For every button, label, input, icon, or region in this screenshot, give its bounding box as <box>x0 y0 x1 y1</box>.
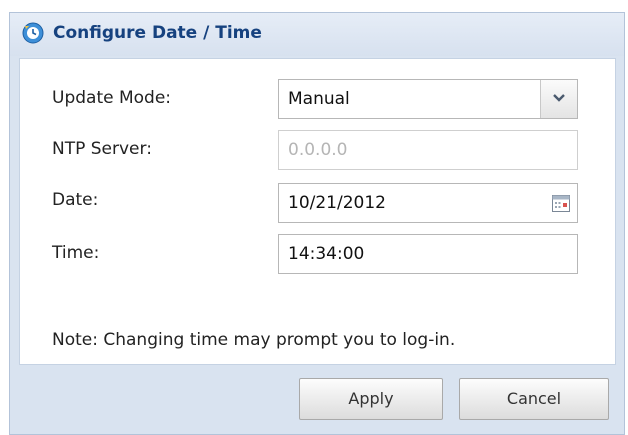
update-mode-select[interactable]: Manual <box>278 79 578 119</box>
date-input[interactable]: 10/21/2012 <box>278 183 578 223</box>
time-label: Time: <box>52 243 100 263</box>
login-note: Note: Changing time may prompt you to lo… <box>52 330 456 350</box>
calendar-icon[interactable] <box>551 193 571 213</box>
ntp-server-value: 0.0.0.0 <box>288 140 348 160</box>
configure-date-time-dialog: Configure Date / Time Update Mode: Manua… <box>9 12 625 435</box>
dialog-titlebar: Configure Date / Time <box>10 13 624 56</box>
clock-refresh-icon <box>22 22 44 44</box>
date-value: 10/21/2012 <box>288 193 386 213</box>
ntp-server-input[interactable]: 0.0.0.0 <box>278 130 578 170</box>
cancel-button[interactable]: Cancel <box>459 378 609 420</box>
chevron-down-icon <box>553 94 565 102</box>
dialog-title: Configure Date / Time <box>53 23 262 43</box>
time-input[interactable]: 14:34:00 <box>278 234 578 274</box>
update-mode-value: Manual <box>288 89 350 109</box>
date-label: Date: <box>52 190 99 210</box>
dropdown-arrow-button[interactable] <box>540 80 577 118</box>
time-value: 14:34:00 <box>288 244 365 264</box>
ntp-server-label: NTP Server: <box>52 139 152 159</box>
settings-panel: Update Mode: Manual NTP Server: 0.0.0.0 … <box>19 58 616 365</box>
update-mode-label: Update Mode: <box>52 88 172 108</box>
apply-button[interactable]: Apply <box>299 378 443 420</box>
